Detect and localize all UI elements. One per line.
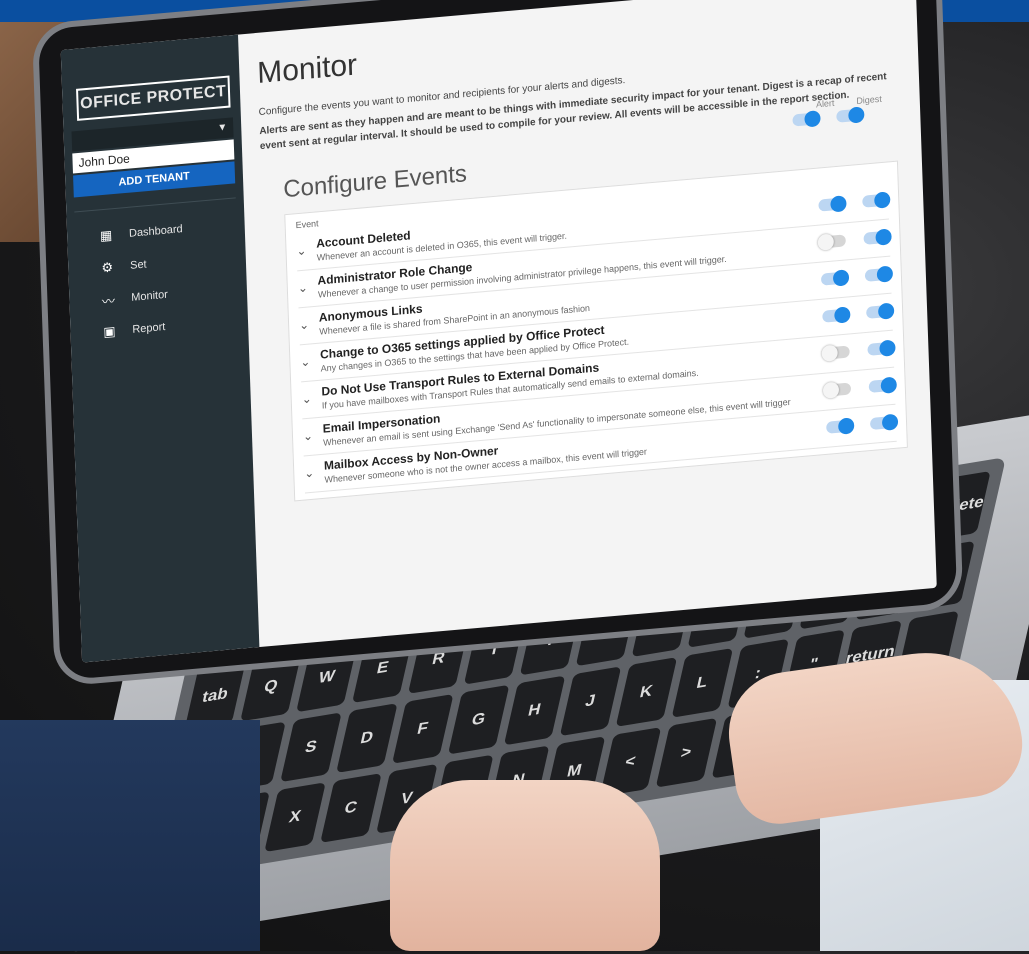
sidebar-item-label: Set: [129, 258, 147, 272]
chevron-down-icon[interactable]: ⌄: [301, 391, 321, 407]
digest-toggle[interactable]: [868, 376, 898, 394]
laptop-lid: OFFICE PROTECT ▼ John Doe ADD TENANT ▦ D…: [38, 0, 958, 681]
dashboard-icon: ▦: [99, 227, 113, 244]
trend-line-icon: 〰: [101, 292, 116, 309]
sidebar-item-label: Monitor: [131, 288, 169, 304]
toggle-knob: [817, 233, 835, 251]
keyboard-key: K: [615, 657, 677, 728]
alert-toggle[interactable]: [817, 233, 846, 251]
digest-column-header: Digest: [856, 93, 882, 106]
chevron-down-icon[interactable]: ⌄: [300, 354, 320, 370]
sidebar-item-label: Report: [132, 321, 166, 336]
event-toggles: [817, 228, 892, 251]
alert-column-header: Alert: [815, 97, 835, 110]
toggle-knob: [830, 195, 847, 213]
toggle-knob: [875, 228, 892, 246]
chevron-down-icon[interactable]: ⌄: [296, 243, 316, 258]
keyboard-key: L: [671, 647, 733, 718]
alert-toggle[interactable]: [820, 269, 850, 287]
toggle-knob: [822, 381, 840, 399]
all-digests-toggle[interactable]: [836, 106, 865, 124]
digest-toggle[interactable]: [863, 228, 892, 246]
event-toggles: [822, 376, 898, 399]
digest-toggle[interactable]: [862, 191, 891, 209]
main-content: Monitor Configure the events you want to…: [238, 0, 937, 647]
caret-down-icon: ▼: [217, 121, 228, 134]
event-toggles: [826, 413, 899, 435]
toggle-knob: [880, 376, 898, 394]
toggle-knob: [877, 302, 895, 320]
alert-toggle[interactable]: [822, 306, 851, 324]
event-toggles: [820, 265, 894, 287]
digest-toggle[interactable]: [869, 413, 899, 431]
toggle-knob: [874, 191, 891, 209]
alert-toggle[interactable]: [818, 195, 847, 213]
toggle-knob: [821, 344, 838, 362]
user-sweater: [0, 720, 260, 951]
left-hand: [390, 780, 660, 951]
chevron-down-icon[interactable]: ⌄: [298, 280, 318, 295]
keyboard-key: J: [559, 666, 621, 737]
event-toggles: [822, 302, 895, 324]
digest-toggle[interactable]: [864, 265, 894, 283]
keyboard-key: G: [447, 684, 510, 755]
clipboard-icon: ▣: [103, 323, 116, 340]
digest-toggle[interactable]: [866, 302, 895, 320]
events-card: Event ⌄ Account Deleted Whenever an accoun…: [284, 160, 908, 502]
office-protect-logo: OFFICE PROTECT: [76, 75, 231, 121]
digest-toggle[interactable]: [867, 339, 896, 357]
keyboard-key: F: [391, 693, 454, 764]
toggle-knob: [837, 417, 855, 435]
keyboard-key: C: [320, 773, 382, 843]
keyboard-key: S: [280, 712, 342, 783]
event-toggles: [821, 339, 896, 362]
alert-toggle[interactable]: [821, 344, 850, 362]
app-screen: OFFICE PROTECT ▼ John Doe ADD TENANT ▦ D…: [60, 0, 937, 663]
all-alerts-toggle[interactable]: [792, 110, 821, 128]
alert-toggle[interactable]: [822, 381, 852, 399]
event-toggles: [818, 191, 891, 213]
chevron-down-icon[interactable]: ⌄: [304, 465, 324, 481]
alert-toggle[interactable]: [826, 417, 855, 435]
gear-icon: ⚙: [101, 259, 114, 276]
toggle-knob: [876, 265, 894, 283]
keyboard-key: >: [655, 717, 717, 788]
keyboard-key: X: [264, 782, 326, 853]
toggle-knob: [881, 413, 899, 431]
toggle-knob: [879, 339, 896, 357]
chevron-down-icon[interactable]: ⌄: [303, 428, 323, 444]
keyboard-key: D: [335, 703, 398, 774]
event-list: ⌄ Account Deleted Whenever an account is d…: [295, 182, 899, 494]
toggle-knob: [834, 306, 851, 324]
sidebar: OFFICE PROTECT ▼ John Doe ADD TENANT ▦ D…: [60, 34, 260, 663]
toggle-knob: [832, 269, 850, 287]
sidebar-item-label: Dashboard: [128, 223, 183, 240]
keyboard-key: H: [503, 675, 566, 746]
chevron-down-icon[interactable]: ⌄: [299, 317, 319, 332]
